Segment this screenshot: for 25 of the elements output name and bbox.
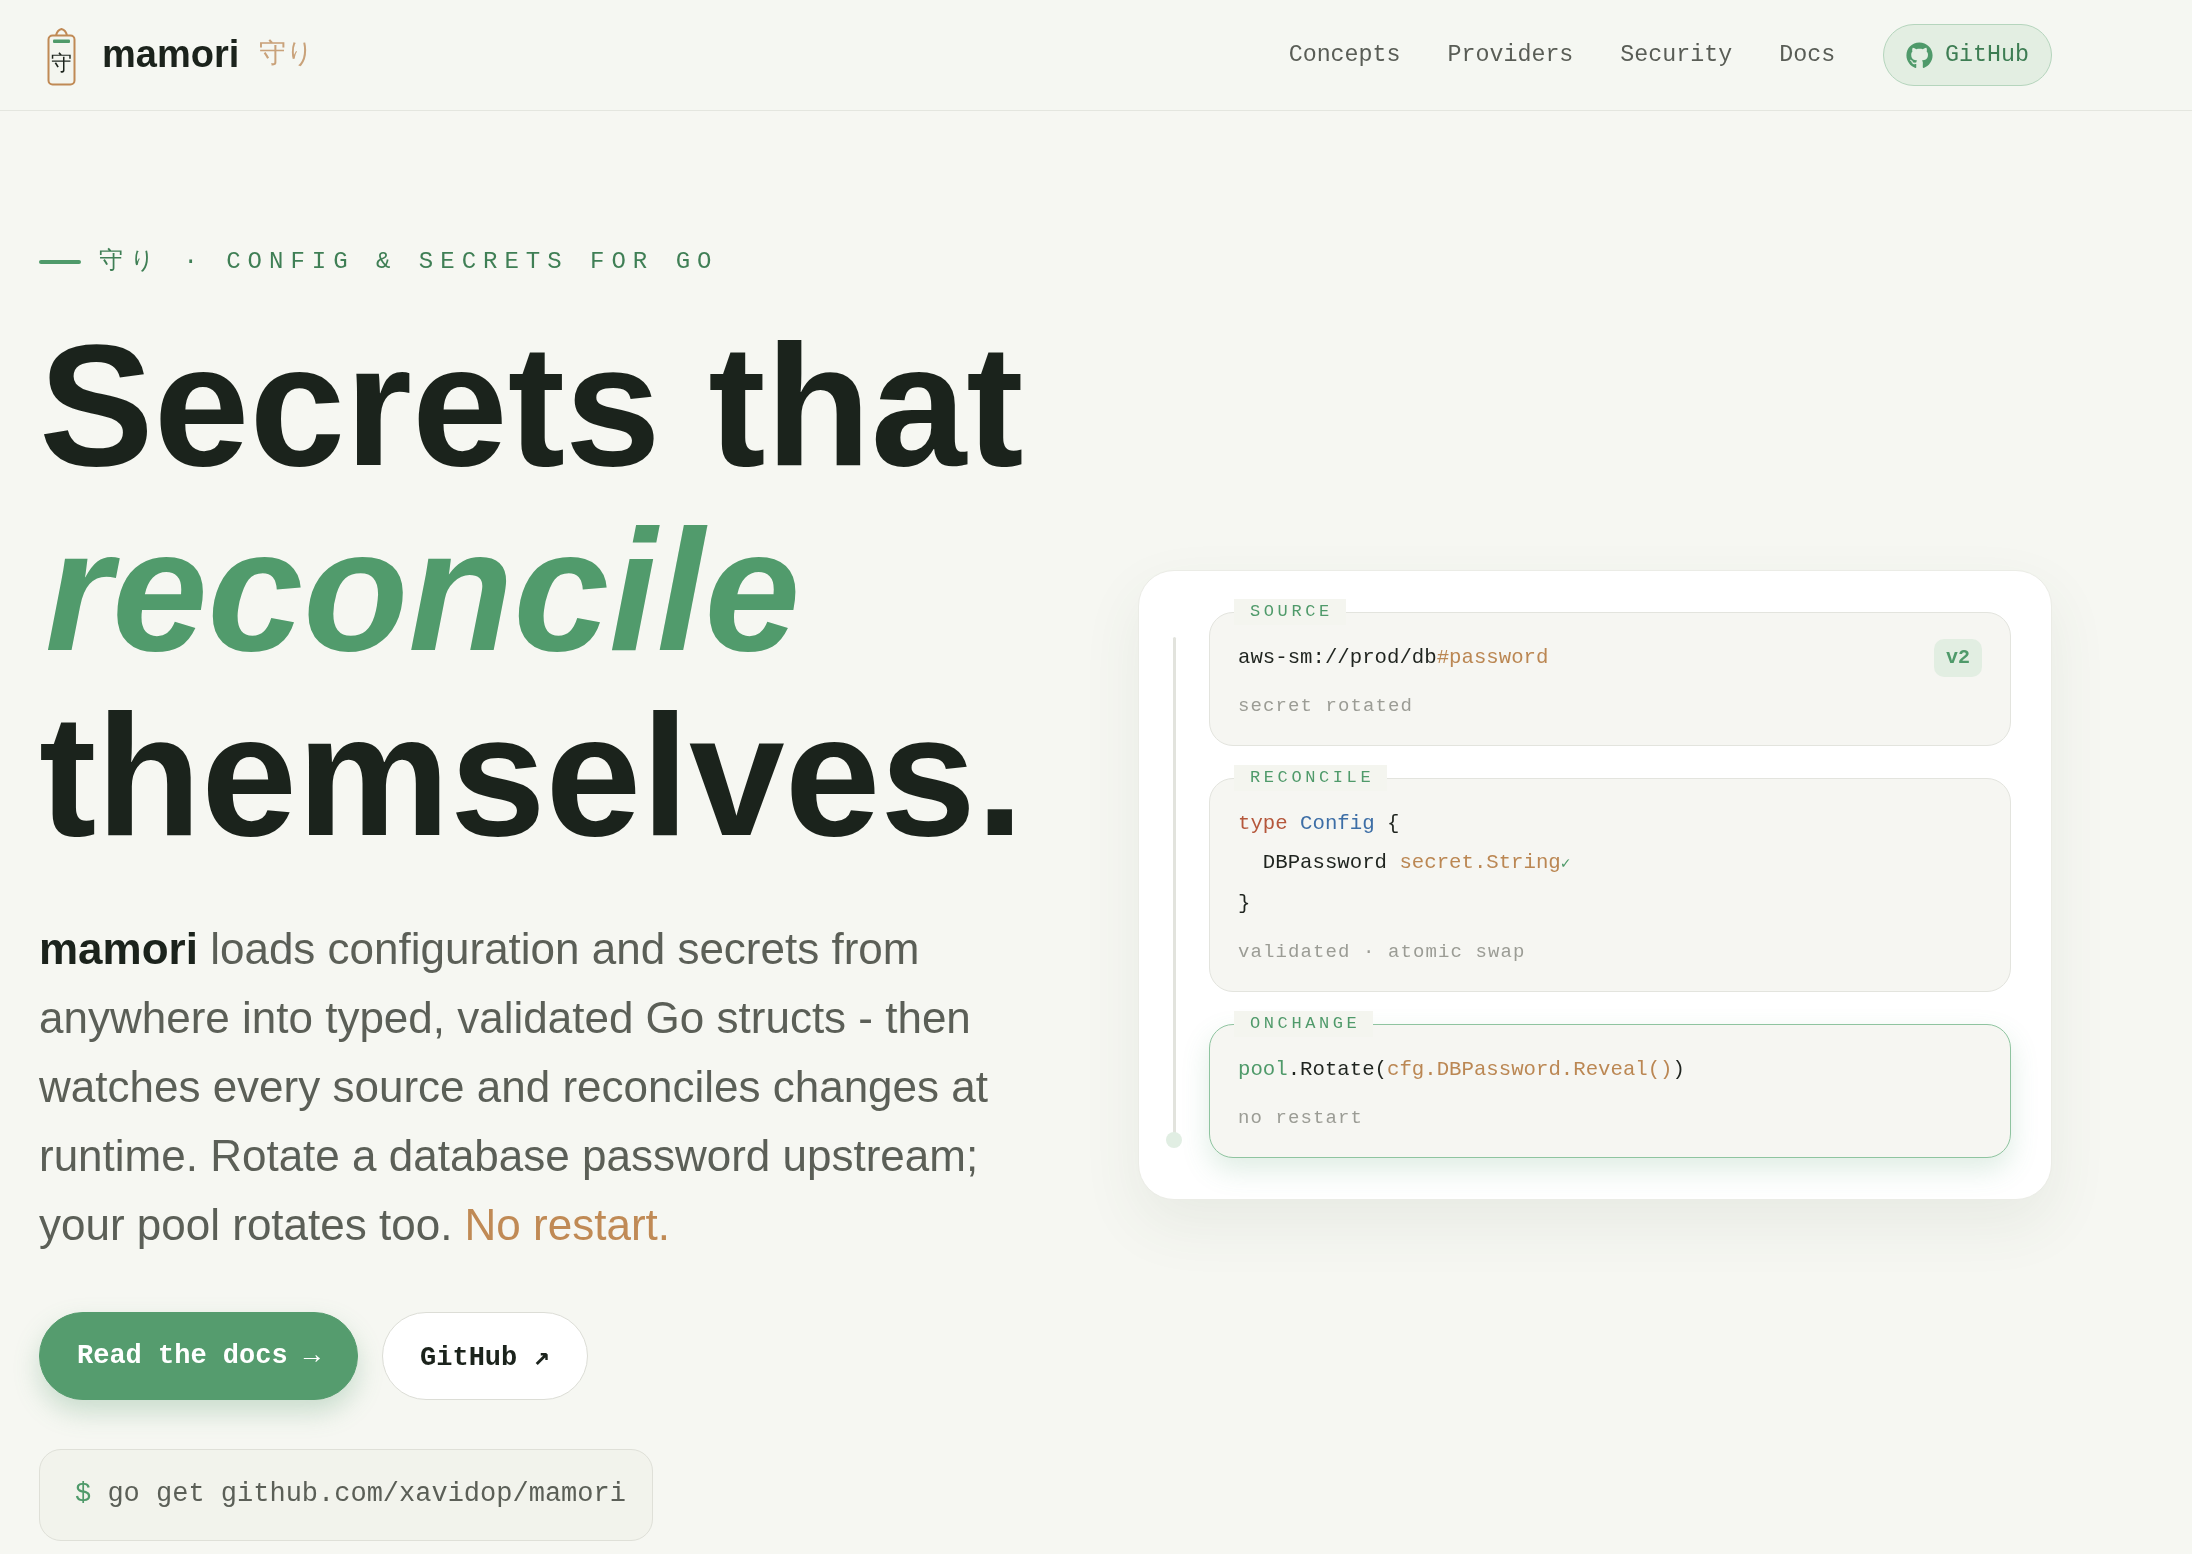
github-icon xyxy=(1906,41,1934,69)
code-line: aws-sm://prod/db#password xyxy=(1238,645,1549,671)
github-button[interactable]: GitHub xyxy=(1883,24,2052,86)
eyebrow-text: 守り · CONFIG & SECRETS FOR GO xyxy=(99,247,719,277)
nav-link[interactable]: Docs xyxy=(1779,42,1836,68)
code-line: type Config { xyxy=(1238,811,1401,837)
eyebrow-dash xyxy=(39,260,81,264)
intro-paragraph: mamori loads configuration and secrets from anywhere into typed, validated Go structs - then watches every source and reconciles changes at runtime. Rotate a database password upstream; your pool rotates too. No restart. xyxy=(39,923,989,1251)
brand-name[interactable]: mamori xyxy=(102,34,240,73)
docs-button[interactable]: Read the docs → xyxy=(39,1312,359,1400)
stage-note: secret rotated xyxy=(1238,694,1415,719)
code-line: } xyxy=(1238,891,1252,917)
hero-heading: Secrets that reconcile themselves. xyxy=(39,313,1024,868)
stage-note: no restart xyxy=(1238,1106,1365,1131)
github-link-button[interactable]: GitHub ↗ xyxy=(382,1312,588,1400)
code-line: pool.Rotate(cfg.DBPassword.Reveal()) xyxy=(1238,1057,1686,1083)
timeline-dot-icon xyxy=(1166,1132,1182,1148)
install-command: $ go get github.com/xavidop/mamori xyxy=(39,1449,653,1541)
stage-note: validated · atomic swap xyxy=(1238,940,1527,965)
code-line: DBPassword secret.String✓ xyxy=(1261,850,1572,876)
nav-link[interactable]: Concepts xyxy=(1288,42,1401,68)
version-badge: v2 xyxy=(1934,638,1982,677)
nav-link[interactable]: Providers xyxy=(1447,42,1574,68)
brand-kana: 守り xyxy=(259,40,315,67)
nav-link[interactable]: Security xyxy=(1620,42,1733,68)
